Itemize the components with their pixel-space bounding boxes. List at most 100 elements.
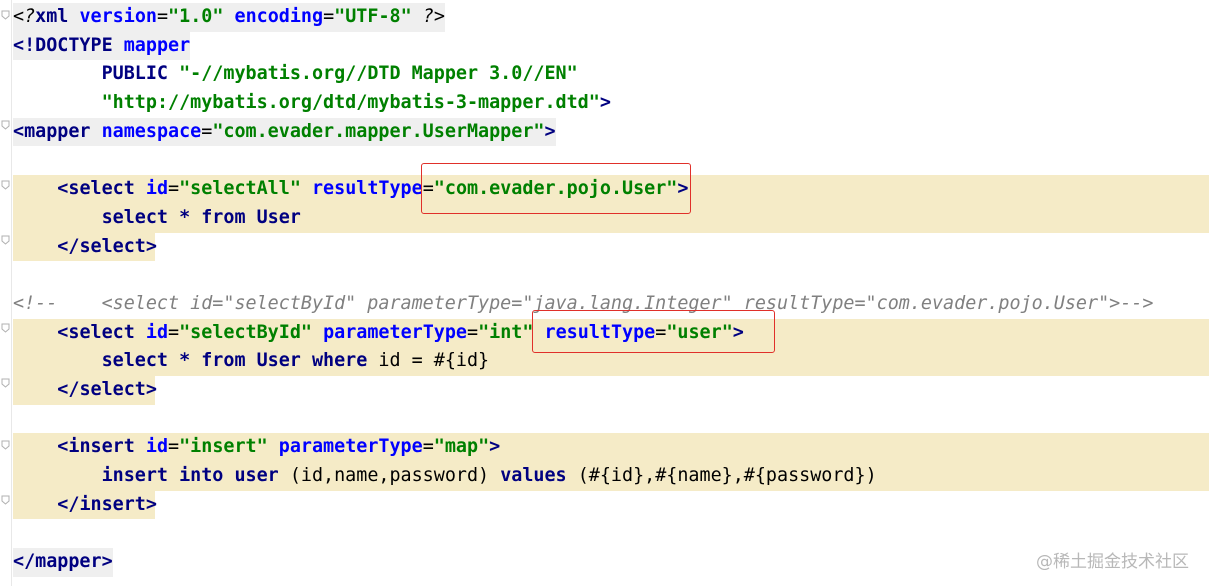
code-token: "UTF-8" — [334, 6, 412, 27]
code-token: "int" — [478, 321, 534, 343]
code-token: </select> — [57, 378, 157, 400]
code-token: parameterType — [323, 321, 467, 343]
code-line[interactable]: select * from User — [13, 203, 1209, 233]
code-line[interactable]: <!DOCTYPE mapper — [13, 31, 1209, 61]
code-token: "com.evader.mapper.UserMapper" — [212, 120, 545, 142]
watermark: @稀土掘金技术社区 — [1036, 552, 1189, 572]
code-token: PUBLIC — [13, 63, 180, 85]
fold-marker-icon[interactable] — [1, 378, 10, 388]
code-line[interactable] — [13, 405, 1209, 434]
fold-marker-icon[interactable] — [1, 10, 10, 20]
code-line[interactable]: </select> — [13, 232, 1209, 262]
code-token: id — [145, 436, 169, 458]
code-token: <insert — [57, 436, 146, 458]
code-token: "com.evader.pojo.User" — [433, 178, 678, 200]
code-token: id — [145, 321, 169, 343]
code-token: = — [422, 178, 434, 200]
fold-marker-icon[interactable] — [1, 323, 10, 333]
code-token: namespace — [101, 120, 202, 142]
code-token: = — [467, 321, 479, 343]
code-line[interactable] — [13, 146, 1209, 175]
code-token: select * from User — [13, 206, 301, 228]
code-token: <select — [57, 178, 146, 200]
code-token: "user" — [666, 321, 733, 343]
code-token: </select> — [57, 235, 157, 257]
gutter-divider — [11, 0, 12, 586]
fold-marker-icon[interactable] — [1, 235, 10, 245]
code-line[interactable]: </mapper> — [13, 548, 1209, 577]
code-token: = — [168, 436, 180, 458]
code-token: = — [422, 436, 434, 458]
code-token: <? — [13, 6, 36, 27]
code-line[interactable]: "http://mybatis.org/dtd/mybatis-3-mapper… — [13, 89, 1209, 118]
code-token: "http://mybatis.org/dtd/mybatis-3-mapper… — [101, 92, 600, 114]
code-token: = — [323, 6, 335, 27]
code-token: > — [544, 120, 556, 142]
code-line[interactable] — [13, 261, 1209, 290]
code-line[interactable]: select * from User where id = #{id} — [13, 347, 1209, 376]
code-token: <!DOCTYPE — [13, 34, 124, 56]
code-token: "insert" — [179, 436, 268, 458]
code-line[interactable]: <?xml version="1.0" encoding="UTF-8" ?> — [13, 3, 1209, 32]
code-token: encoding — [234, 6, 324, 27]
code-token: <!-- <select id="selectById" parameterTy… — [13, 292, 1154, 314]
code-token: insert into user — [13, 465, 290, 486]
code-token: (id,name,password) — [289, 465, 501, 486]
code-token: version — [79, 6, 157, 27]
code-line[interactable]: </select> — [13, 375, 1209, 405]
code-token: > — [677, 178, 689, 200]
code-line[interactable]: <mapper namespace="com.evader.mapper.Use… — [13, 117, 1209, 147]
code-line[interactable]: insert into user (id,name,password) valu… — [13, 462, 1209, 491]
code-line[interactable]: <select id="selectAll" resultType="com.e… — [13, 175, 1209, 204]
code-line[interactable] — [13, 519, 1209, 548]
code-token: </mapper> — [13, 551, 113, 573]
code-token: > — [732, 321, 744, 343]
code-token: <select — [57, 321, 146, 343]
code-token: resultType — [544, 321, 656, 343]
code-line[interactable]: </insert> — [13, 490, 1209, 520]
code-token: select * from User where — [13, 350, 379, 372]
code-token: id — [145, 178, 169, 200]
fold-marker-icon[interactable] — [1, 440, 10, 450]
fold-marker-icon[interactable] — [1, 120, 10, 130]
code-token: = — [655, 321, 667, 343]
code-token: = — [168, 178, 180, 200]
code-line[interactable]: <insert id="insert" parameterType="map"> — [13, 433, 1209, 462]
code-token: id = #{id} — [378, 350, 490, 372]
code-token: "-//mybatis.org//DTD Mapper 3.0//EN" — [179, 63, 578, 85]
code-line[interactable]: <!-- <select id="selectById" parameterTy… — [13, 290, 1209, 319]
code-token: "selectAll" — [179, 178, 301, 200]
code-token: "selectById" — [179, 321, 312, 343]
code-token: ?> — [411, 6, 445, 27]
code-line[interactable]: <select id="selectById" parameterType="i… — [13, 318, 1209, 348]
code-token: </insert> — [57, 493, 157, 515]
code-token: (#{id},#{name},#{password}) — [577, 465, 877, 486]
fold-marker-icon[interactable] — [1, 495, 10, 505]
fold-marker-icon[interactable] — [1, 180, 10, 190]
code-token: "1.0" — [168, 6, 224, 27]
code-editor[interactable]: <?xml version="1.0" encoding="UTF-8" ?> <… — [13, 3, 1209, 577]
code-token: = — [156, 6, 169, 27]
code-token: values — [500, 465, 578, 486]
code-token: <mapper — [13, 120, 102, 142]
code-line[interactable]: PUBLIC "-//mybatis.org//DTD Mapper 3.0//… — [13, 60, 1209, 89]
code-token: > — [489, 436, 501, 458]
code-token: mapper — [123, 34, 191, 56]
code-token: resultType — [311, 178, 423, 200]
